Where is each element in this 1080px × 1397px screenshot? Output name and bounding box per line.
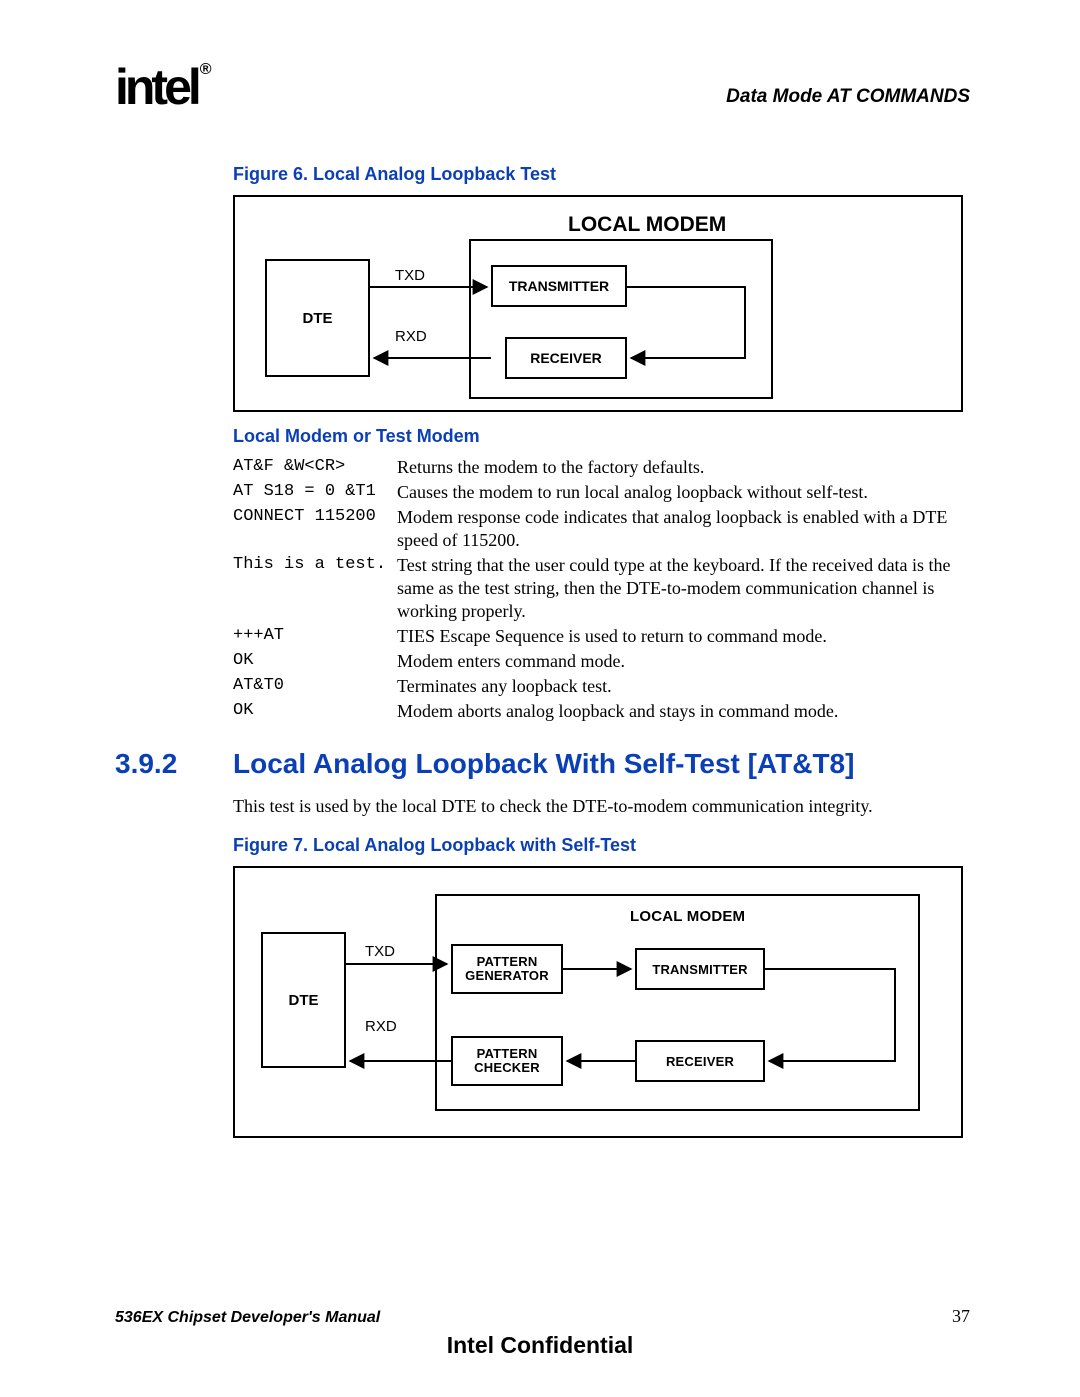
local-modem-title: LOCAL MODEM (568, 213, 726, 237)
cmd-desc: Returns the modem to the factory default… (397, 455, 970, 480)
receiver-box: RECEIVER (505, 337, 627, 379)
table-row: OKModem aborts analog loopback and stays… (233, 699, 970, 724)
table-row: AT&F &W<CR>Returns the modem to the fact… (233, 455, 970, 480)
cmd-code: OK (233, 649, 397, 674)
command-table: AT&F &W<CR>Returns the modem to the fact… (233, 455, 970, 724)
table-row: OKModem enters command mode. (233, 649, 970, 674)
dte-box: DTE (265, 259, 370, 377)
section-number: 3.9.2 (115, 748, 177, 780)
intel-logo: intel® (115, 58, 206, 116)
dte-box: DTE (261, 932, 346, 1068)
table-row: +++ATTIES Escape Sequence is used to ret… (233, 624, 970, 649)
table-row: AT&T0Terminates any loopback test. (233, 674, 970, 699)
cmd-code: OK (233, 699, 397, 724)
table-row: AT S18 = 0 &T1Causes the modem to run lo… (233, 480, 970, 505)
table-row: CONNECT 115200Modem response code indica… (233, 505, 970, 553)
section-paragraph: This test is used by the local DTE to ch… (233, 796, 970, 817)
txd-label: TXD (395, 267, 425, 284)
cmd-desc: Test string that the user could type at … (397, 553, 970, 624)
receiver-box: RECEIVER (635, 1040, 765, 1082)
local-modem-subhead: Local Modem or Test Modem (233, 426, 970, 447)
footer-manual-title: 536EX Chipset Developer's Manual (115, 1309, 380, 1327)
cmd-desc: TIES Escape Sequence is used to return t… (397, 624, 970, 649)
section-title: Local Analog Loopback With Self-Test [AT… (233, 748, 854, 779)
figure7: LOCAL MODEM DTE TXD RXD PATTERN GENERATO… (233, 866, 963, 1138)
registered-mark: ® (200, 61, 208, 78)
transmitter-box: TRANSMITTER (491, 265, 627, 307)
cmd-desc: Modem response code indicates that analo… (397, 505, 970, 553)
rxd-label: RXD (395, 328, 427, 345)
figure7-caption: Figure 7. Local Analog Loopback with Sel… (233, 835, 970, 856)
page-header-title: Data Mode AT COMMANDS (726, 86, 970, 108)
pattern-generator-box: PATTERN GENERATOR (451, 944, 563, 994)
figure6: LOCAL MODEM DTE TXD RXD TRANSMITTER RECE… (233, 195, 963, 412)
cmd-code: This is a test. (233, 553, 397, 624)
cmd-code: AT S18 = 0 &T1 (233, 480, 397, 505)
cmd-code: CONNECT 115200 (233, 505, 397, 553)
figure6-caption: Figure 6. Local Analog Loopback Test (233, 164, 970, 185)
table-row: This is a test.Test string that the user… (233, 553, 970, 624)
transmitter-box: TRANSMITTER (635, 948, 765, 990)
footer-confidential: Intel Confidential (0, 1332, 1080, 1359)
cmd-desc: Modem aborts analog loopback and stays i… (397, 699, 970, 724)
cmd-desc: Terminates any loopback test. (397, 674, 970, 699)
cmd-code: AT&F &W<CR> (233, 455, 397, 480)
rxd-label: RXD (365, 1018, 397, 1035)
txd-label: TXD (365, 943, 395, 960)
cmd-code: AT&T0 (233, 674, 397, 699)
local-modem-title: LOCAL MODEM (630, 908, 745, 925)
cmd-desc: Modem enters command mode. (397, 649, 970, 674)
cmd-desc: Causes the modem to run local analog loo… (397, 480, 970, 505)
pattern-checker-box: PATTERN CHECKER (451, 1036, 563, 1086)
footer-page-number: 37 (952, 1306, 970, 1327)
cmd-code: +++AT (233, 624, 397, 649)
